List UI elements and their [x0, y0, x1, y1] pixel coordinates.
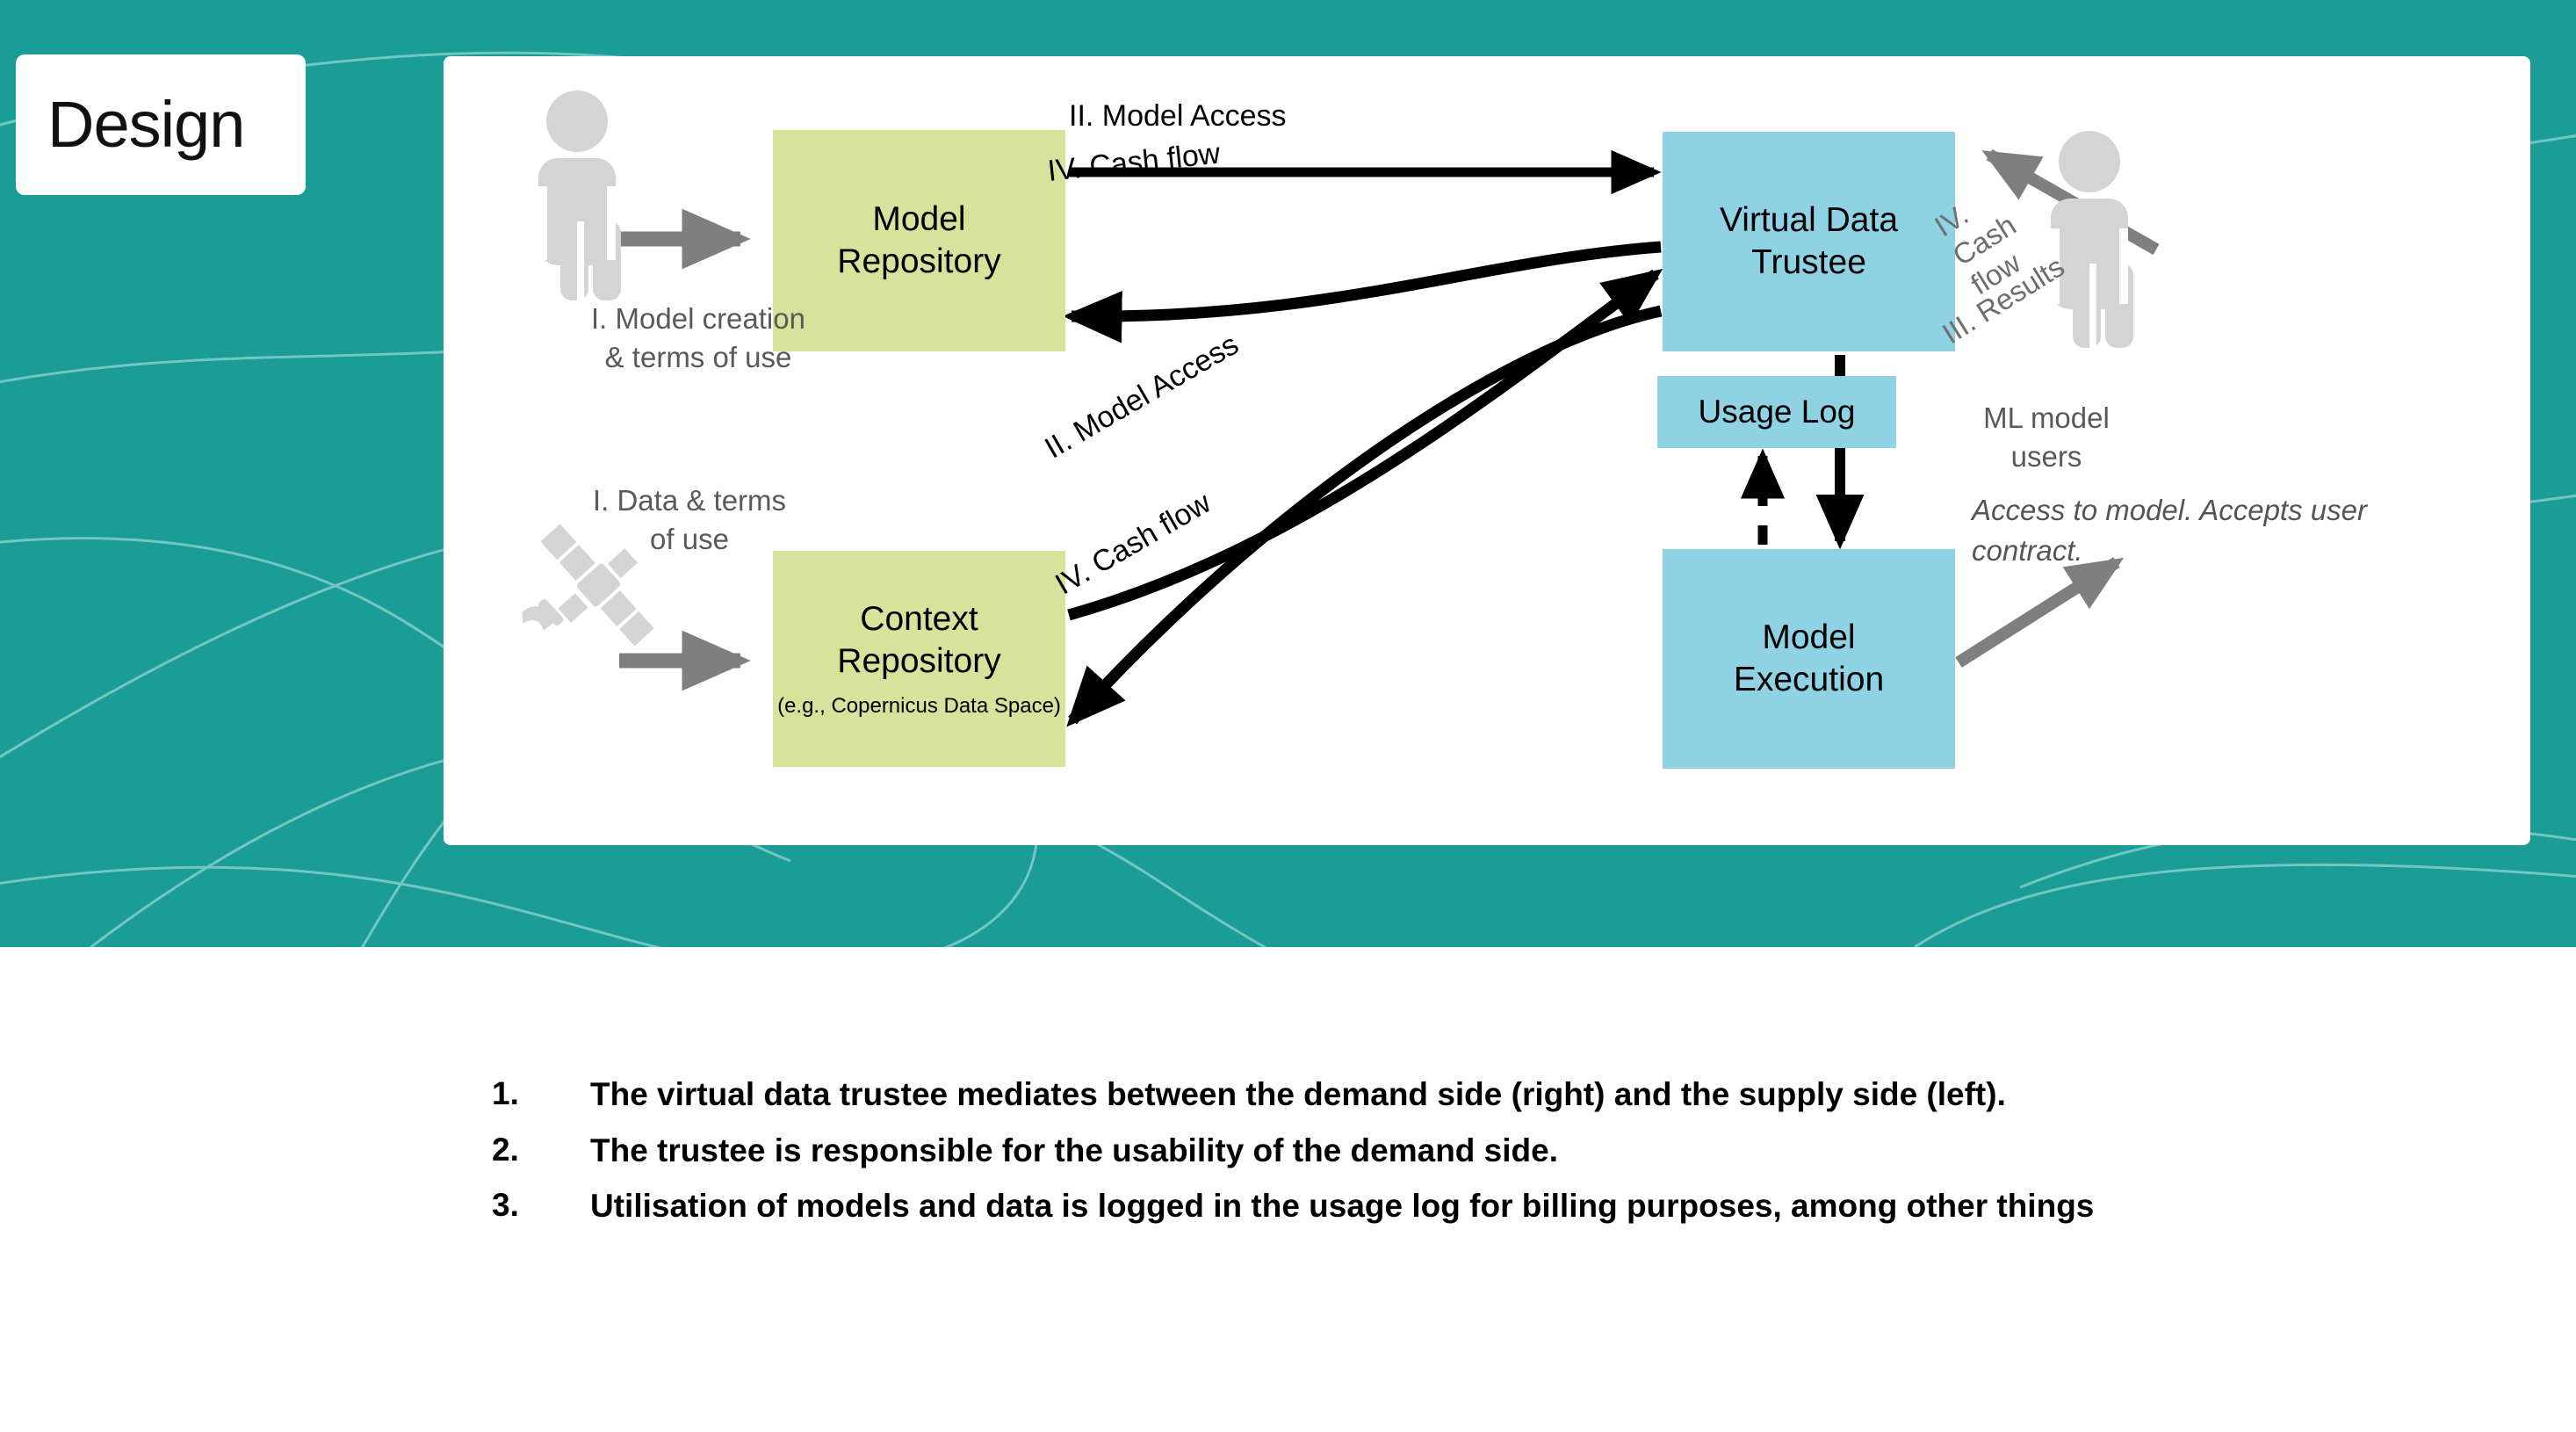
node-model-execution[interactable]: Model Execution [1663, 549, 1955, 769]
list-item: 1. The virtual data trustee mediates bet… [492, 1075, 2336, 1114]
node-virtual-data-trustee[interactable]: Virtual Data Trustee [1663, 132, 1955, 351]
list-item: 2. The trustee is responsible for the us… [492, 1132, 2336, 1170]
note-access-to-model: Access to model. Accepts user contract. [1972, 494, 2367, 568]
node-usage-log[interactable]: Usage Log [1657, 376, 1896, 448]
list-item-text: The virtual data trustee mediates betwee… [590, 1076, 2006, 1112]
node-sublabel: (e.g., Copernicus Data Space) [777, 694, 1061, 719]
list-item-number: 1. [492, 1075, 519, 1111]
node-context-repository[interactable]: Context Repository (e.g., Copernicus Dat… [773, 551, 1065, 767]
node-label-line1: Context [860, 600, 978, 639]
bullet-list: 1. The virtual data trustee mediates bet… [492, 1075, 2336, 1243]
arrow-label-model-access-top: II. Model Access [1069, 99, 1287, 133]
node-label-line1: Model [872, 200, 966, 239]
page-title: Design [47, 88, 245, 161]
slide-title-chip: Design [16, 54, 306, 195]
node-label-line1: Model [1762, 618, 1856, 657]
arrow-model-access-mid [1067, 269, 1663, 621]
node-model-repository[interactable]: Model Repository [773, 130, 1065, 351]
list-item-number: 2. [492, 1131, 519, 1168]
node-label-line2: Execution [1733, 661, 1885, 698]
caption-model-creation: I. Model creation & terms of use [591, 302, 805, 373]
diagram-connectors [619, 148, 2160, 727]
person-icon [538, 90, 621, 300]
diagram-card: Model Repository Context Repository (e.g… [444, 56, 2530, 845]
arrow-cash-flow-top [1062, 241, 1662, 344]
caption-data-terms: I. Data & terms of use [592, 484, 787, 555]
node-label-line2: Repository [837, 242, 1001, 280]
node-label-line2: Trustee [1751, 243, 1866, 281]
slide-root: Design Model Repository Context Reposito… [0, 0, 2576, 1432]
list-item-number: 3. [492, 1187, 519, 1224]
node-label-line1: Virtual Data [1719, 201, 1899, 240]
list-item-text: Utilisation of models and data is logged… [590, 1188, 2095, 1225]
list-item-text: The trustee is responsible for the usabi… [590, 1132, 1558, 1168]
node-label: Usage Log [1698, 394, 1856, 430]
arrow-results-right [1955, 557, 2125, 668]
caption-ml-model-users: ML model users [1983, 401, 2110, 473]
node-label-line2: Repository [837, 641, 1001, 680]
list-item: 3. Utilisation of models and data is log… [492, 1187, 2336, 1226]
